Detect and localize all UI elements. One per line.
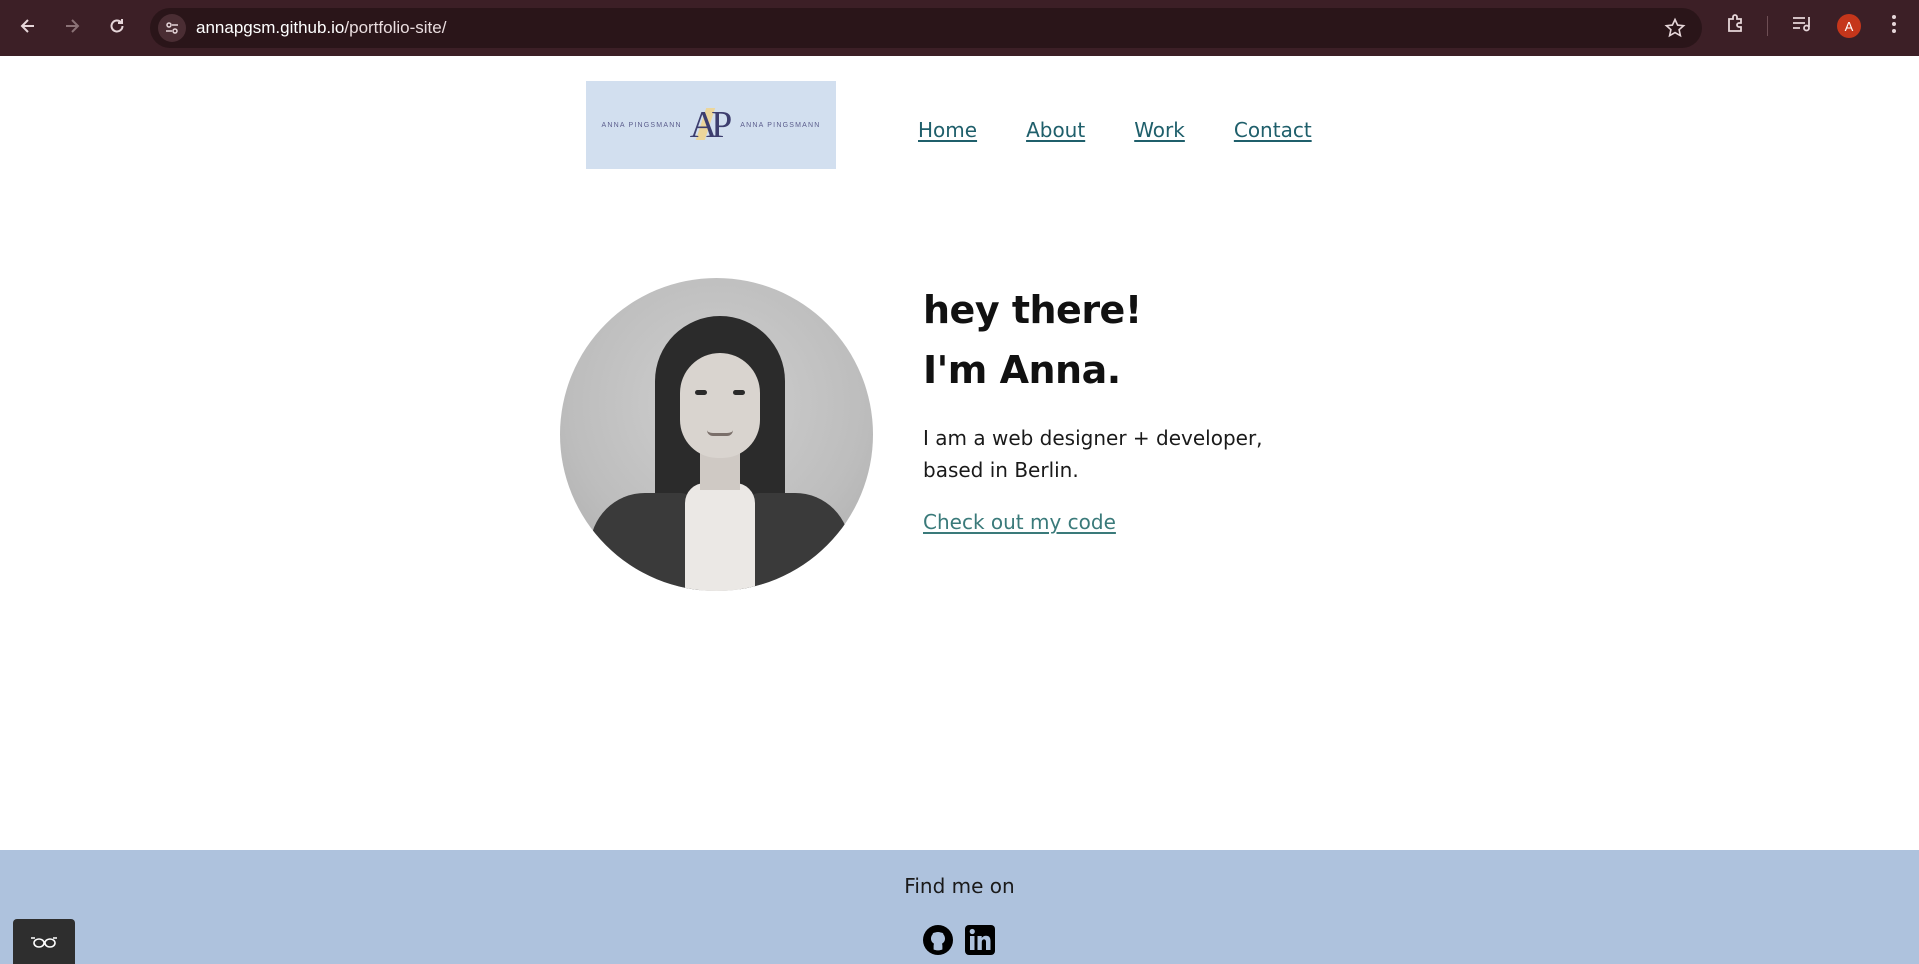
bookmark-button[interactable] [1664,17,1686,43]
kebab-menu-icon [1892,15,1896,33]
browser-menu-button[interactable] [1884,12,1904,40]
tune-icon [166,22,178,34]
nav-link-about[interactable]: About [1026,118,1085,142]
accessibility-widget-button[interactable] [13,919,75,964]
puzzle-icon [1728,14,1742,32]
greeting-line: hey there! [923,288,1142,332]
reload-icon [110,19,124,33]
intro-line-2: based in Berlin. [923,458,1079,482]
footer-heading: Find me on [904,874,1015,898]
browser-toolbar: annapgsm.github.io/portfolio-site/ A [0,0,1919,56]
photo-shirt [685,483,755,591]
intro-line-1: I am a web designer + developer, [923,426,1263,450]
back-button[interactable] [14,12,42,40]
toolbar-divider [1767,16,1768,36]
nav-link-work[interactable]: Work [1134,118,1185,142]
media-controls-button[interactable] [1790,12,1814,40]
logo-right-text: ANNA PINGSMANN [740,121,821,129]
nav-link-home[interactable]: Home [918,118,977,142]
glasses-icon [31,936,57,948]
extensions-button[interactable] [1724,12,1748,40]
photo-eye-right [733,390,745,395]
address-bar[interactable]: annapgsm.github.io/portfolio-site/ [150,8,1702,48]
playlist-music-icon [1793,17,1810,32]
logo-monogram: AP [690,106,733,144]
github-link[interactable] [922,924,954,956]
url-text: annapgsm.github.io/portfolio-site/ [196,18,446,38]
logo-letter-p: P [711,104,733,146]
reload-button[interactable] [103,12,131,40]
github-icon [923,925,953,955]
main-nav: Home About Work Contact [918,118,1312,142]
nav-link-contact[interactable]: Contact [1234,118,1312,142]
site-footer: Find me on [0,850,1919,964]
star-icon [1664,17,1686,38]
url-path: /portfolio-site/ [344,18,447,37]
check-code-link[interactable]: Check out my code [923,510,1116,534]
social-links [922,924,996,956]
photo-cardigan-right [740,493,850,591]
photo-cardigan-left [590,493,700,591]
linkedin-icon [965,925,995,955]
site-info-button[interactable] [158,14,186,42]
intro-text: I am a web designer + developer, based i… [923,422,1263,486]
url-host: annapgsm.github.io [196,18,345,37]
photo-eye-left [695,390,707,395]
profile-photo [560,278,873,591]
forward-button[interactable] [58,12,86,40]
site-logo[interactable]: ANNA PINGSMANN AP ANNA PINGSMANN [586,81,836,169]
name-line: I'm Anna. [923,348,1121,392]
forward-arrow-icon [66,19,80,33]
back-arrow-icon [20,19,34,33]
logo-left-text: ANNA PINGSMANN [601,121,682,129]
profile-avatar[interactable]: A [1837,14,1861,38]
linkedin-link[interactable] [964,924,996,956]
photo-face [680,353,760,458]
hero-heading: hey there! I'm Anna. [923,280,1343,400]
photo-smile [707,430,733,436]
